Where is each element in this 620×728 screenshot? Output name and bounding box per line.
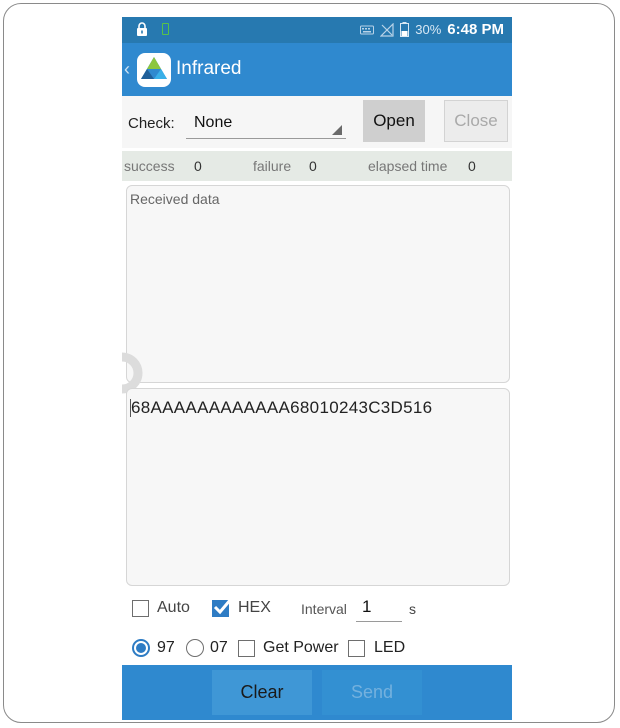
success-label: success xyxy=(124,158,175,174)
no-signal-icon xyxy=(380,22,394,37)
app-logo-icon[interactable] xyxy=(136,52,172,88)
get-power-checkbox[interactable] xyxy=(238,640,255,657)
clock: 6:48 PM xyxy=(447,21,504,38)
hex-label: HEX xyxy=(238,599,271,616)
back-chevron-icon[interactable]: ‹ xyxy=(124,59,130,80)
elapsed-time-value: 0 xyxy=(468,158,476,174)
check-dropdown[interactable]: None xyxy=(186,108,346,139)
checkmark-icon xyxy=(213,598,233,615)
radio-07-label: 07 xyxy=(210,639,228,656)
hex-checkbox[interactable] xyxy=(212,598,233,617)
app-bar: ‹ Infrared xyxy=(122,43,512,96)
bottom-action-bar: Clear Send xyxy=(122,665,512,720)
battery-icon xyxy=(400,22,410,37)
dropdown-arrow-icon xyxy=(332,125,342,135)
status-bar: 30% 6:48 PM xyxy=(122,17,512,43)
received-data-placeholder: Received data xyxy=(130,191,220,207)
send-data-input[interactable]: 68AAAAAAAAAAAA68010243C3D516 xyxy=(126,388,510,586)
send-data-value: 68AAAAAAAAAAAA68010243C3D516 xyxy=(131,398,433,417)
failure-count: 0 xyxy=(309,158,317,174)
radio-97-label: 97 xyxy=(157,639,175,656)
interval-label: Interval xyxy=(301,601,347,617)
send-button[interactable]: Send xyxy=(322,670,422,715)
status-right-group: 30% 6:48 PM xyxy=(360,21,504,38)
auto-checkbox[interactable] xyxy=(132,600,149,617)
options-row-2: 97 07 Get Power LED xyxy=(122,635,512,665)
app-title: Infrared xyxy=(176,58,242,79)
lock-icon xyxy=(137,22,147,36)
close-button[interactable]: Close xyxy=(444,100,508,142)
phone-screen: 30% 6:48 PM ‹ Infrared Check: None Open … xyxy=(122,17,512,720)
failure-label: failure xyxy=(253,158,292,174)
led-label: LED xyxy=(374,639,406,656)
clear-button[interactable]: Clear xyxy=(212,670,312,715)
options-row-1: Auto HEX Interval 1 s xyxy=(122,595,512,625)
check-row: Check: None Open Close xyxy=(122,96,512,148)
check-dropdown-value: None xyxy=(194,114,233,131)
auto-label: Auto xyxy=(157,599,190,616)
success-count: 0 xyxy=(194,158,202,174)
keyboard-icon xyxy=(360,25,375,34)
interval-unit: s xyxy=(409,601,416,617)
received-data-area[interactable]: Received data xyxy=(126,185,510,383)
open-button[interactable]: Open xyxy=(363,100,425,142)
interval-input[interactable]: 1 xyxy=(356,597,402,622)
led-checkbox[interactable] xyxy=(348,640,365,657)
interval-value: 1 xyxy=(362,597,372,616)
stats-row: success 0 failure 0 elapsed time 0 xyxy=(122,151,512,181)
radio-97[interactable] xyxy=(132,639,150,657)
radio-07[interactable] xyxy=(186,639,204,657)
check-label: Check: xyxy=(128,115,175,132)
elapsed-time-label: elapsed time xyxy=(368,158,448,174)
get-power-label: Get Power xyxy=(263,639,339,656)
battery-percent: 30% xyxy=(415,22,442,37)
battery-charging-icon xyxy=(162,23,169,35)
